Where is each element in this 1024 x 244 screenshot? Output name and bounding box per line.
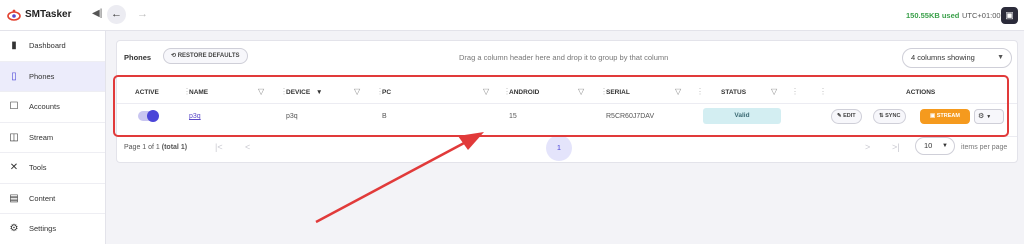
logo-icon bbox=[7, 9, 21, 21]
chevron-down-icon: ▼ bbox=[997, 54, 1004, 61]
restore-defaults-button[interactable]: ⟲ RESTORE DEFAULTS bbox=[163, 48, 248, 64]
sidebar-item-tools[interactable]: ✕ Tools bbox=[0, 153, 105, 184]
sidebar-item-label: Dashboard bbox=[29, 41, 66, 50]
per-page-value: 10 bbox=[924, 141, 933, 150]
next-page-icon[interactable]: > bbox=[865, 142, 870, 152]
back-arrow-icon[interactable]: ← bbox=[107, 5, 126, 24]
columns-select-value: 4 columns showing bbox=[911, 53, 975, 62]
sidebar-item-label: Phones bbox=[29, 71, 55, 81]
sidebar-item-label: Stream bbox=[29, 132, 54, 142]
annotation-highlight-box bbox=[113, 75, 1009, 137]
group-by-hint: Drag a column header here and drop it to… bbox=[459, 53, 669, 62]
phone-icon: ▯ bbox=[11, 70, 17, 82]
account-icon: ☐ bbox=[9, 101, 19, 112]
page-info-text: Page 1 of 1 bbox=[124, 144, 160, 151]
timezone: UTC+01:00 bbox=[962, 11, 1001, 20]
per-page-label: items per page bbox=[961, 144, 1008, 151]
sidebar-item-label: Tools bbox=[29, 163, 47, 172]
sidebar-item-label: Accounts bbox=[29, 102, 60, 111]
user-avatar-icon[interactable]: ▣ bbox=[1001, 7, 1018, 24]
sidebar-item-dashboard[interactable]: ▮ Dashboard bbox=[0, 31, 105, 62]
page-info: Page 1 of 1 (total 1) bbox=[124, 144, 187, 151]
sidebar-item-label: Content bbox=[29, 193, 56, 203]
panel-title: Phones bbox=[124, 53, 152, 62]
top-bar: SMTasker ◀︎| ← → 150.55KB used UTC+01:00… bbox=[0, 0, 1024, 31]
sidebar-item-phones[interactable]: ▯ Phones bbox=[0, 61, 105, 92]
tools-icon: ✕ bbox=[9, 162, 19, 173]
bar-chart-icon: ▮ bbox=[11, 40, 17, 51]
storage-usage: 150.55KB used bbox=[906, 11, 960, 20]
app-name: SMTasker bbox=[25, 9, 72, 20]
gear-icon: ⚙ bbox=[9, 223, 19, 234]
sidebar-item-settings[interactable]: ⚙ Settings bbox=[0, 214, 105, 244]
restore-defaults-label: RESTORE DEFAULTS bbox=[177, 53, 240, 59]
sidebar-item-stream[interactable]: ◫ Stream bbox=[0, 123, 105, 153]
prev-page-icon[interactable]: < bbox=[245, 142, 250, 152]
first-page-icon[interactable]: |< bbox=[215, 142, 223, 152]
last-page-icon[interactable]: >| bbox=[892, 142, 900, 152]
sidebar-item-label: Settings bbox=[29, 224, 57, 233]
sidebar: ▮ Dashboard ▯ Phones ☐ Accounts ◫ Stream… bbox=[0, 31, 106, 244]
sidebar-item-accounts[interactable]: ☐ Accounts bbox=[0, 92, 105, 123]
sidebar-item-content[interactable]: ▤ Content bbox=[0, 184, 105, 214]
collapse-sidebar-icon[interactable]: ◀︎| bbox=[92, 8, 102, 19]
stream-icon: ◫ bbox=[9, 131, 19, 143]
page-number-button[interactable]: 1 bbox=[546, 135, 572, 161]
columns-select[interactable]: 4 columns showing ▼ bbox=[902, 48, 1012, 68]
chevron-down-icon: ▼ bbox=[942, 143, 948, 149]
per-page-select[interactable]: 10 ▼ bbox=[915, 137, 955, 155]
forward-arrow-icon[interactable]: → bbox=[133, 5, 152, 24]
page-total: (total 1) bbox=[161, 144, 188, 151]
content-icon: ▤ bbox=[9, 192, 19, 204]
